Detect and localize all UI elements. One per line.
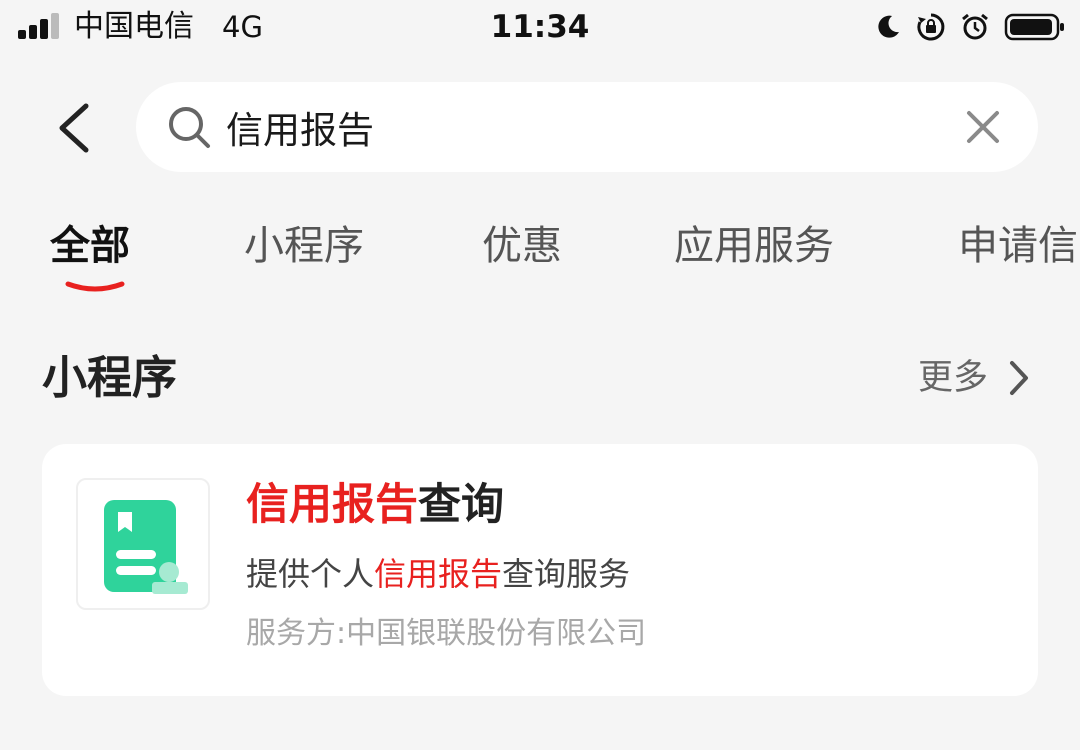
- rotation-lock-icon: [917, 13, 945, 41]
- result-desc-highlight: 信用报告: [374, 555, 503, 593]
- section-title: 小程序: [42, 351, 178, 404]
- search-input[interactable]: [226, 100, 926, 154]
- result-title-rest: 查询: [418, 480, 504, 530]
- search-icon: [169, 107, 210, 148]
- tab-all[interactable]: 全部: [50, 218, 130, 274]
- active-tab-indicator: [65, 281, 125, 292]
- tab-apply[interactable]: 申请信: [958, 218, 1078, 274]
- result-title-highlight: 信用报告: [246, 480, 418, 530]
- moon-icon: [878, 15, 899, 38]
- result-desc-prefix: 提供个人: [246, 555, 375, 593]
- battery-icon: [1004, 13, 1064, 41]
- status-bar: 中国电信 4G 11:34: [0, 0, 1080, 56]
- tab-offers[interactable]: 优惠: [482, 218, 562, 274]
- result-desc-suffix: 查询服务: [502, 555, 631, 593]
- tab-app-services[interactable]: 应用服务: [674, 218, 834, 274]
- back-button[interactable]: [50, 100, 98, 156]
- search-results-page: 中国电信 4G 11:34 信用报告 全部 小程序 优惠 应用服务 申请信 小程…: [0, 0, 1080, 750]
- more-label: 更多: [918, 358, 989, 398]
- clear-icon[interactable]: [962, 106, 1004, 148]
- chevron-right-icon: [1010, 361, 1029, 395]
- result-description: 提供个人信用报告查询服务: [246, 551, 630, 597]
- result-title[interactable]: 信用报告查询: [246, 476, 504, 534]
- alarm-icon: [962, 13, 988, 40]
- credit-report-icon: [104, 500, 188, 594]
- result-provider: 服务方:中国银联股份有限公司: [246, 616, 647, 651]
- category-tabs: 全部 小程序 优惠 应用服务 申请信: [0, 210, 1080, 300]
- more-link[interactable]: 更多: [918, 352, 1030, 404]
- app-logo: [76, 478, 210, 610]
- status-icons: [874, 10, 1066, 44]
- tab-mini-programs[interactable]: 小程序: [244, 218, 364, 274]
